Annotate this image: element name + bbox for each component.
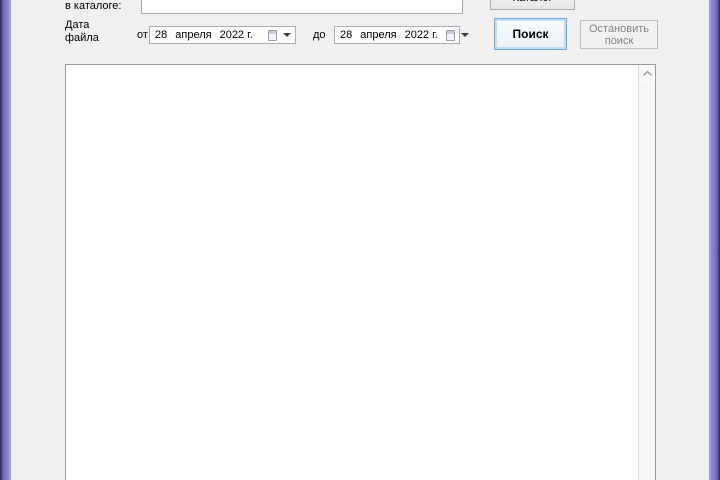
date-from-label: от <box>137 29 148 41</box>
date-to-dropdown[interactable] <box>445 29 473 41</box>
catalog-button-label: Каталог <box>513 0 553 4</box>
calendar-icon <box>445 29 455 41</box>
catalog-path-input[interactable] <box>141 0 463 14</box>
results-list[interactable] <box>65 64 656 480</box>
date-from-dropdown[interactable] <box>268 29 295 41</box>
file-date-label-line2: файла <box>65 32 99 44</box>
in-catalog-label: в каталоге: <box>65 0 122 12</box>
stop-search-button[interactable]: Остановить поиск <box>580 20 658 49</box>
date-to-picker[interactable]: 28 апреля 2022 г. <box>334 26 469 44</box>
date-to-month[interactable]: апреля <box>360 29 396 41</box>
date-from-picker[interactable]: 28 апреля 2022 г. <box>149 26 296 44</box>
date-to-label: до <box>313 29 326 41</box>
date-from-year[interactable]: 2022 г. <box>220 29 253 41</box>
calendar-icon <box>268 29 277 41</box>
dropdown-arrow-icon <box>460 33 469 37</box>
stop-button-label-line2: поиск <box>604 34 634 47</box>
stop-button-label-line1: Остановить <box>588 22 650 35</box>
window-border-right <box>709 0 720 480</box>
vertical-scrollbar[interactable] <box>638 65 655 480</box>
date-to-day[interactable]: 28 <box>340 29 352 41</box>
date-to-year[interactable]: 2022 г. <box>405 29 438 41</box>
search-button-label: Поиск <box>512 27 549 41</box>
date-from-month[interactable]: апреля <box>175 29 211 41</box>
catalog-button[interactable]: Каталог <box>490 0 575 10</box>
dropdown-arrow-icon <box>283 33 291 37</box>
chevron-up-icon <box>642 71 652 76</box>
scroll-up-button[interactable] <box>639 65 655 82</box>
app-window: в каталоге: Каталог Дата файла от 28 апр… <box>0 0 720 480</box>
date-from-day[interactable]: 28 <box>155 29 167 41</box>
search-button[interactable]: Поиск <box>494 18 567 50</box>
window-border-left <box>0 0 11 480</box>
file-date-label-line1: Дата <box>65 19 90 31</box>
